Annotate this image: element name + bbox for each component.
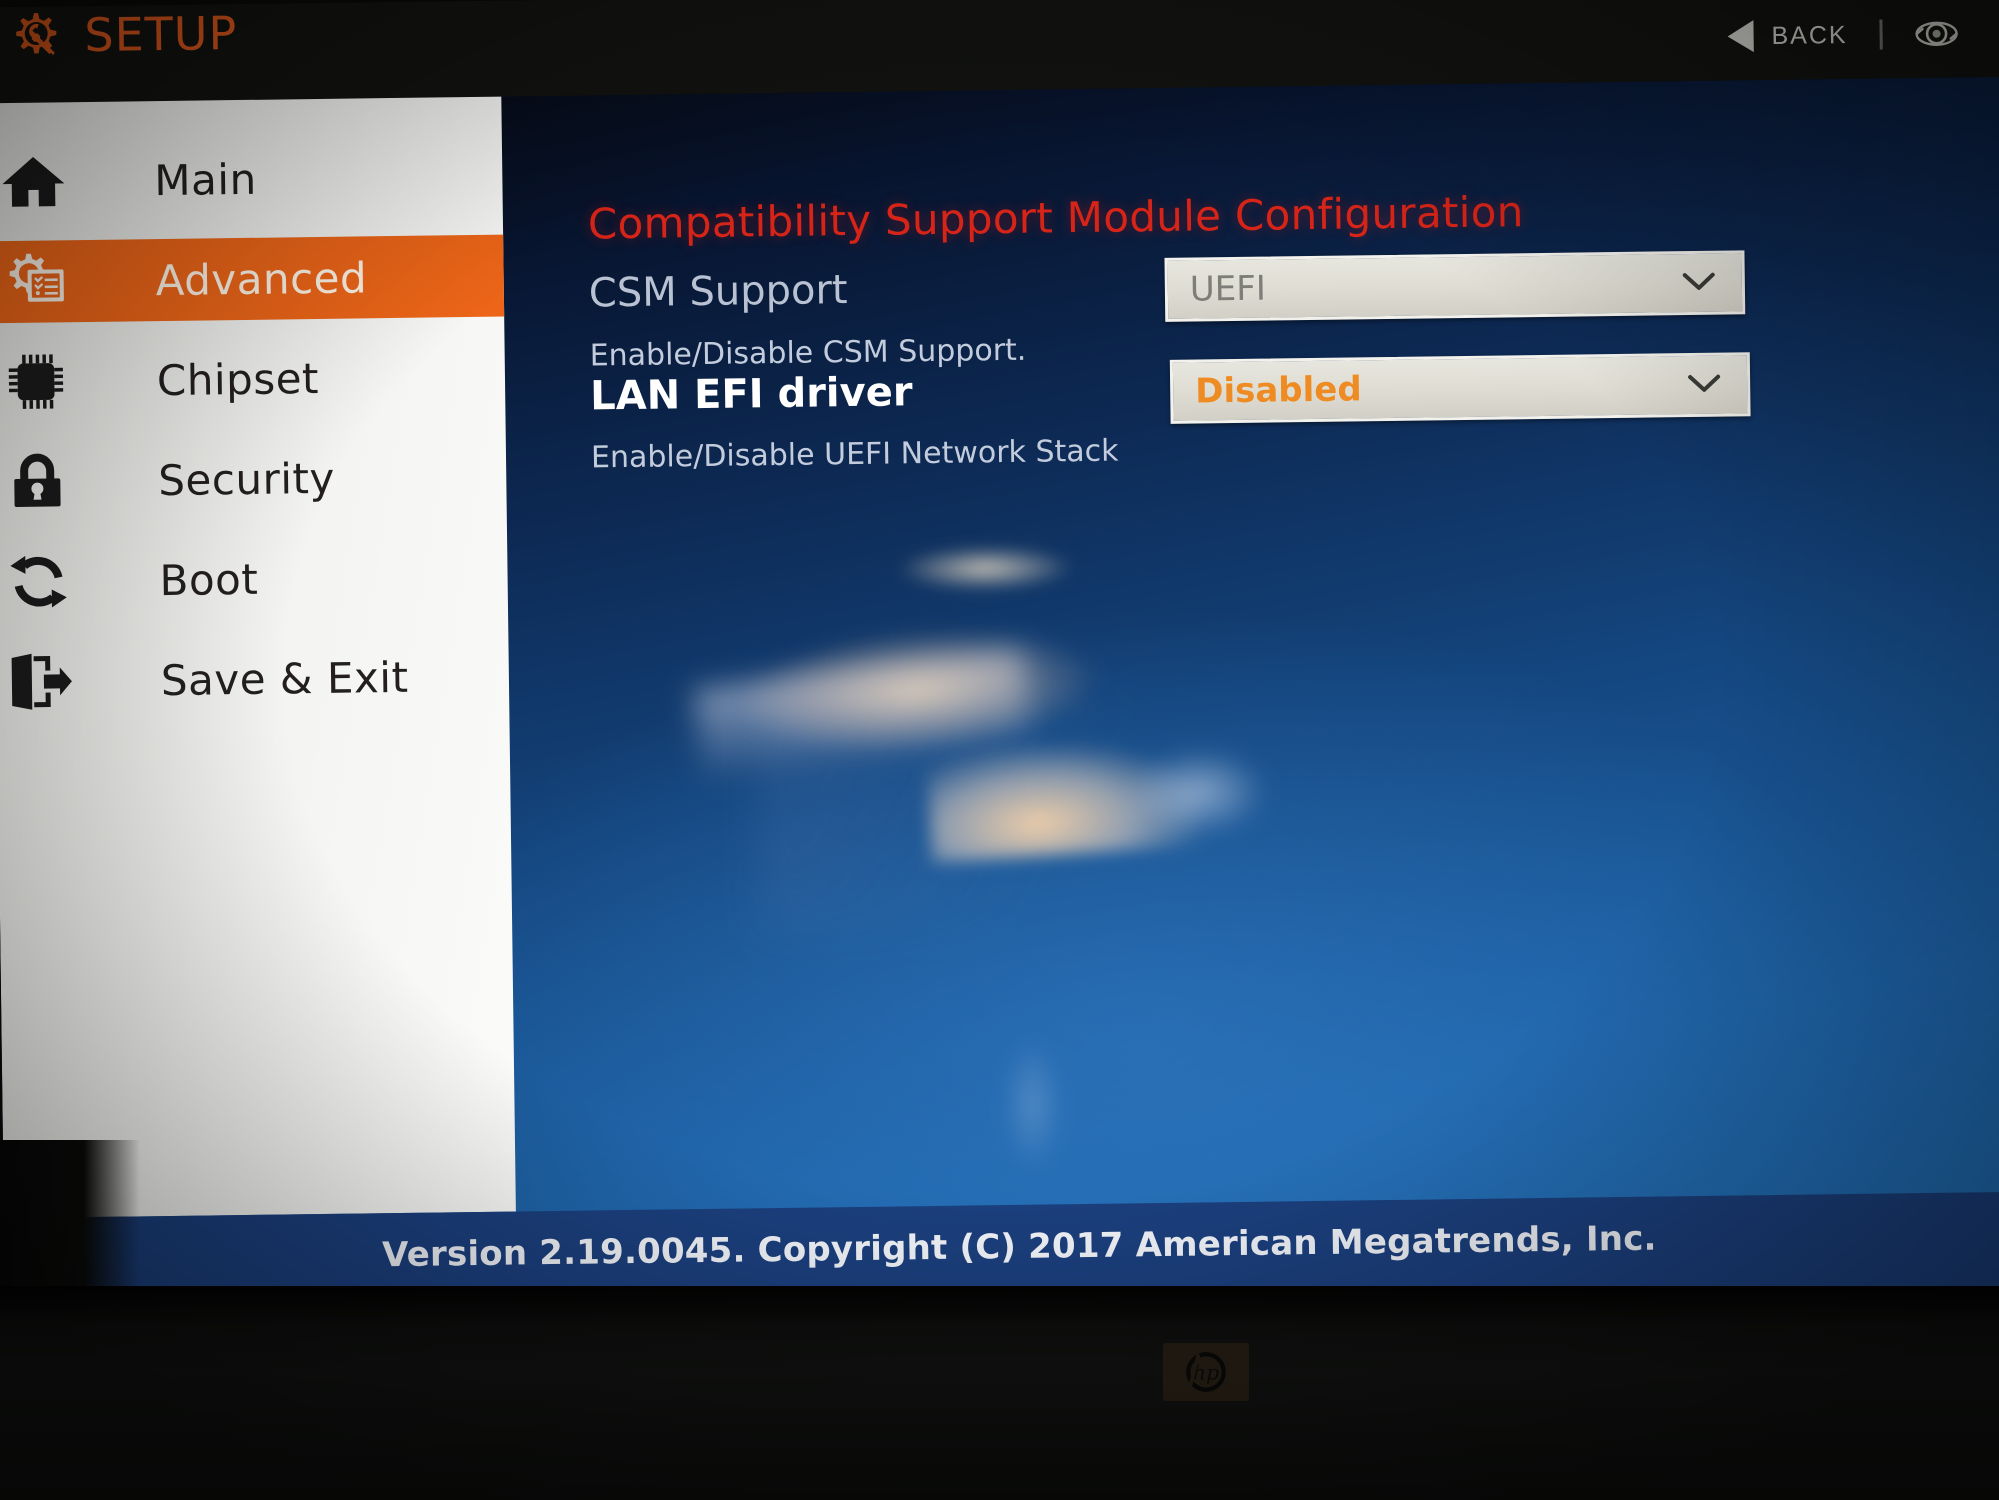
- refresh-arrows-icon: [3, 550, 74, 613]
- sidebar-item-label: Boot: [159, 554, 259, 605]
- screen-glare: [925, 735, 1202, 863]
- sidebar-item-security[interactable]: Security: [0, 435, 507, 524]
- option-description: Enable/Disable UEFI Network Stack: [590, 433, 1119, 476]
- gear-settings-icon[interactable]: [1914, 11, 1959, 56]
- home-icon: [0, 150, 69, 213]
- option-label: LAN EFI driver: [589, 369, 913, 420]
- sidebar-item-label: Security: [157, 453, 336, 505]
- sidebar-item-chipset[interactable]: Chipset: [0, 335, 505, 424]
- csm-support-dropdown[interactable]: UEFI: [1164, 250, 1746, 322]
- sidebar-item-main[interactable]: Main: [0, 135, 503, 224]
- chevron-down-icon: [1682, 271, 1716, 295]
- screen-glare: [895, 544, 1076, 593]
- screen-glare: [732, 616, 1102, 766]
- screen-glare: [693, 650, 1032, 779]
- exit-door-icon: [5, 650, 76, 713]
- dropdown-value: UEFI: [1189, 268, 1267, 310]
- lan-efi-driver-dropdown[interactable]: Disabled: [1169, 352, 1751, 424]
- sidebar-item-advanced[interactable]: Advanced: [0, 234, 505, 324]
- header-divider: [1879, 19, 1883, 50]
- page-title: SETUP: [84, 6, 238, 63]
- version-copyright-text: Version 2.19.0045. Copyright (C) 2017 Am…: [381, 1218, 1657, 1276]
- hp-logo: hp: [1163, 1343, 1249, 1401]
- bezel-top-shadow: [0, 1286, 1999, 1326]
- screen-glare: [1001, 1039, 1064, 1171]
- sidebar-item-label: Advanced: [155, 252, 368, 305]
- screen-glare: [1127, 746, 1270, 839]
- sidebar-nav: Main Advanced Chipset Security Boot Save…: [0, 96, 516, 1219]
- option-label: CSM Support: [588, 267, 848, 317]
- cpu-chip-icon: [1, 350, 72, 413]
- sidebar-item-save-exit[interactable]: Save & Exit: [0, 635, 509, 724]
- bios-screen-panel: SETUP BACK Main Advanced Chipset Securit…: [0, 0, 1999, 1328]
- padlock-icon: [2, 450, 73, 513]
- sidebar-item-label: Save & Exit: [160, 652, 409, 705]
- screen-glare: [757, 686, 1281, 934]
- left-triangle-icon[interactable]: [1727, 20, 1754, 53]
- gear-wrench-icon: [0, 8, 73, 81]
- dropdown-value: Disabled: [1194, 369, 1362, 412]
- chevron-down-icon: [1687, 373, 1721, 397]
- sidebar-item-boot[interactable]: Boot: [0, 535, 508, 624]
- option-description: Enable/Disable CSM Support.: [589, 332, 1027, 374]
- header-controls: BACK: [1727, 11, 1959, 58]
- section-title: Compatibility Support Module Configurati…: [587, 187, 1524, 249]
- monitor-bezel: hp: [0, 1286, 1999, 1500]
- back-button[interactable]: BACK: [1771, 20, 1847, 50]
- monitor-photo: SETUP BACK Main Advanced Chipset Securit…: [0, 0, 1999, 1500]
- bios-screen: Main Advanced Chipset Security Boot Save…: [0, 76, 1999, 1328]
- gear-list-icon: [0, 250, 70, 313]
- sidebar-item-label: Main: [154, 154, 257, 205]
- sidebar-item-label: Chipset: [156, 353, 320, 405]
